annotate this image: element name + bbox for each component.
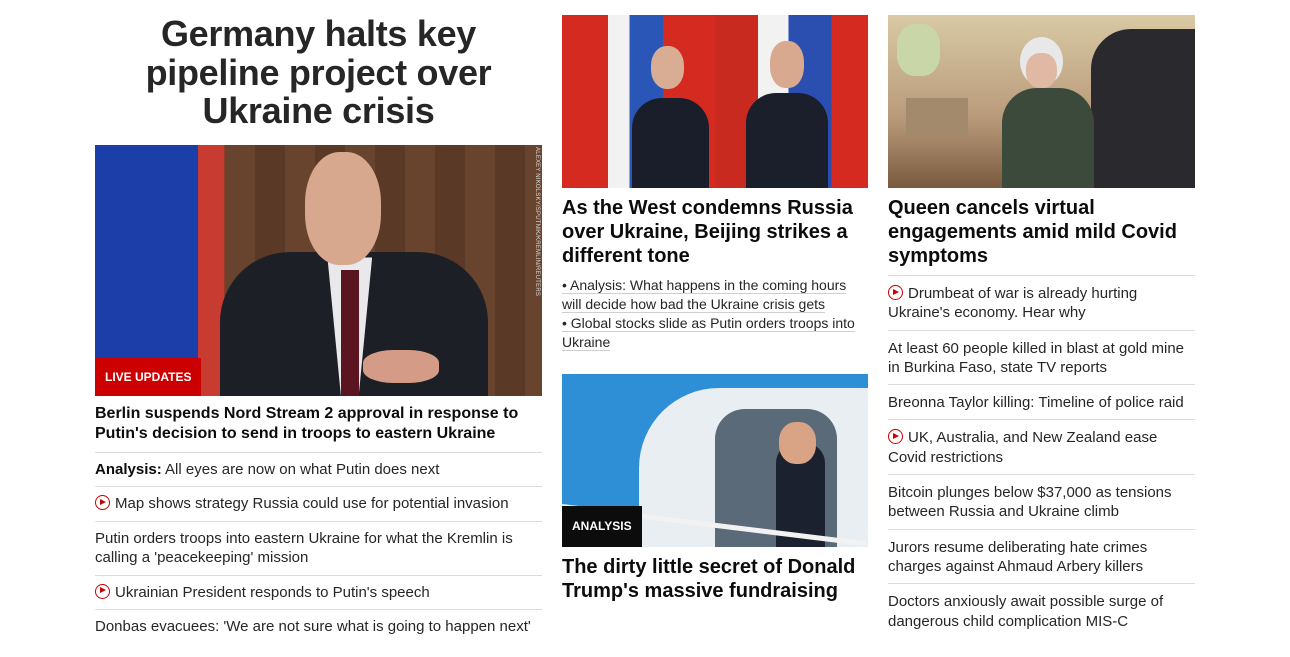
related-link[interactable]: • Analysis: What happens in the coming h… bbox=[562, 277, 847, 313]
link-text: UK, Australia, and New Zealand ease Covi… bbox=[888, 429, 1158, 466]
middle-column: As the West condemns Russia over Ukraine… bbox=[562, 0, 868, 603]
related-link[interactable]: • Global stocks slide as Putin orders tr… bbox=[562, 315, 855, 351]
lead-story-column: Germany halts key pipeline project over … bbox=[95, 0, 542, 644]
link-prefix: Analysis: bbox=[95, 460, 162, 478]
video-play-icon bbox=[888, 285, 903, 300]
image-credit: ALEXEY NIKOLSKY/SPUTNIK/KREMLIN/REUTERS bbox=[534, 146, 540, 296]
china-russia-story-title[interactable]: As the West condemns Russia over Ukraine… bbox=[562, 196, 868, 268]
link-text: Map shows strategy Russia could use for … bbox=[115, 495, 509, 512]
lead-story-image[interactable]: ALEXEY NIKOLSKY/SPUTNIK/KREMLIN/REUTERS … bbox=[95, 144, 542, 396]
link-text: Breonna Taylor killing: Timeline of poli… bbox=[888, 394, 1184, 412]
headline-link[interactable]: Putin orders troops into eastern Ukraine… bbox=[95, 522, 542, 576]
related-link-item: • Global stocks slide as Putin orders tr… bbox=[562, 314, 868, 352]
link-text: At least 60 people killed in blast at go… bbox=[888, 339, 1185, 376]
headline-link[interactable]: Map shows strategy Russia could use for … bbox=[95, 487, 542, 522]
trump-story-title[interactable]: The dirty little secret of Donald Trump'… bbox=[562, 555, 868, 603]
lead-headline[interactable]: Germany halts key pipeline project over … bbox=[95, 14, 542, 131]
headline-link[interactable]: Drumbeat of war is already hurting Ukrai… bbox=[888, 276, 1195, 331]
link-text: Putin orders troops into eastern Ukraine… bbox=[95, 529, 513, 567]
live-updates-badge[interactable]: LIVE UPDATES bbox=[95, 357, 202, 396]
headline-link[interactable]: Analysis: All eyes are now on what Putin… bbox=[95, 453, 542, 487]
headline-link[interactable]: At least 60 people killed in blast at go… bbox=[888, 331, 1195, 386]
related-link-item: • Analysis: What happens in the coming h… bbox=[562, 276, 868, 314]
video-play-icon bbox=[95, 583, 110, 599]
queen-photo bbox=[888, 15, 1195, 188]
link-text: All eyes are now on what Putin does next bbox=[165, 460, 440, 478]
analysis-badge[interactable]: ANALYSIS bbox=[562, 506, 642, 547]
video-play-icon bbox=[888, 429, 903, 445]
link-text: Jurors resume deliberating hate crimes c… bbox=[888, 538, 1148, 575]
video-play-icon bbox=[95, 495, 110, 510]
headline-link[interactable]: Bitcoin plunges below $37,000 as tension… bbox=[888, 475, 1195, 530]
link-text: Donbas evacuees: 'We are not sure what i… bbox=[95, 618, 531, 635]
link-text: Ukrainian President responds to Putin's … bbox=[115, 583, 430, 601]
link-text: Drumbeat of war is already hurting Ukrai… bbox=[888, 285, 1138, 322]
lead-related-links: Analysis: All eyes are now on what Putin… bbox=[95, 453, 542, 644]
headline-link[interactable]: Donbas evacuees: 'We are not sure what i… bbox=[95, 610, 542, 644]
queen-story-title[interactable]: Queen cancels virtual engagements amid m… bbox=[888, 196, 1195, 276]
headline-link[interactable]: UK, Australia, and New Zealand ease Covi… bbox=[888, 420, 1195, 476]
headline-link[interactable]: Ukrainian President responds to Putin's … bbox=[95, 576, 542, 610]
trump-image[interactable]: ANALYSIS bbox=[562, 374, 868, 547]
putin-xi-photo bbox=[562, 15, 868, 188]
headline-link[interactable]: Doctors anxiously await possible surge o… bbox=[888, 584, 1195, 638]
right-column: Queen cancels virtual engagements amid m… bbox=[888, 0, 1195, 638]
link-text: Bitcoin plunges below $37,000 as tension… bbox=[888, 484, 1172, 521]
putin-xi-image[interactable] bbox=[562, 15, 868, 188]
link-text: Doctors anxiously await possible surge o… bbox=[888, 593, 1164, 630]
headline-list: Drumbeat of war is already hurting Ukrai… bbox=[888, 276, 1195, 638]
headline-link[interactable]: Jurors resume deliberating hate crimes c… bbox=[888, 530, 1195, 585]
lead-story-title[interactable]: Berlin suspends Nord Stream 2 approval i… bbox=[95, 404, 542, 453]
queen-image[interactable] bbox=[888, 15, 1195, 188]
headline-link[interactable]: Breonna Taylor killing: Timeline of poli… bbox=[888, 385, 1195, 421]
china-russia-related-links: • Analysis: What happens in the coming h… bbox=[562, 276, 868, 352]
